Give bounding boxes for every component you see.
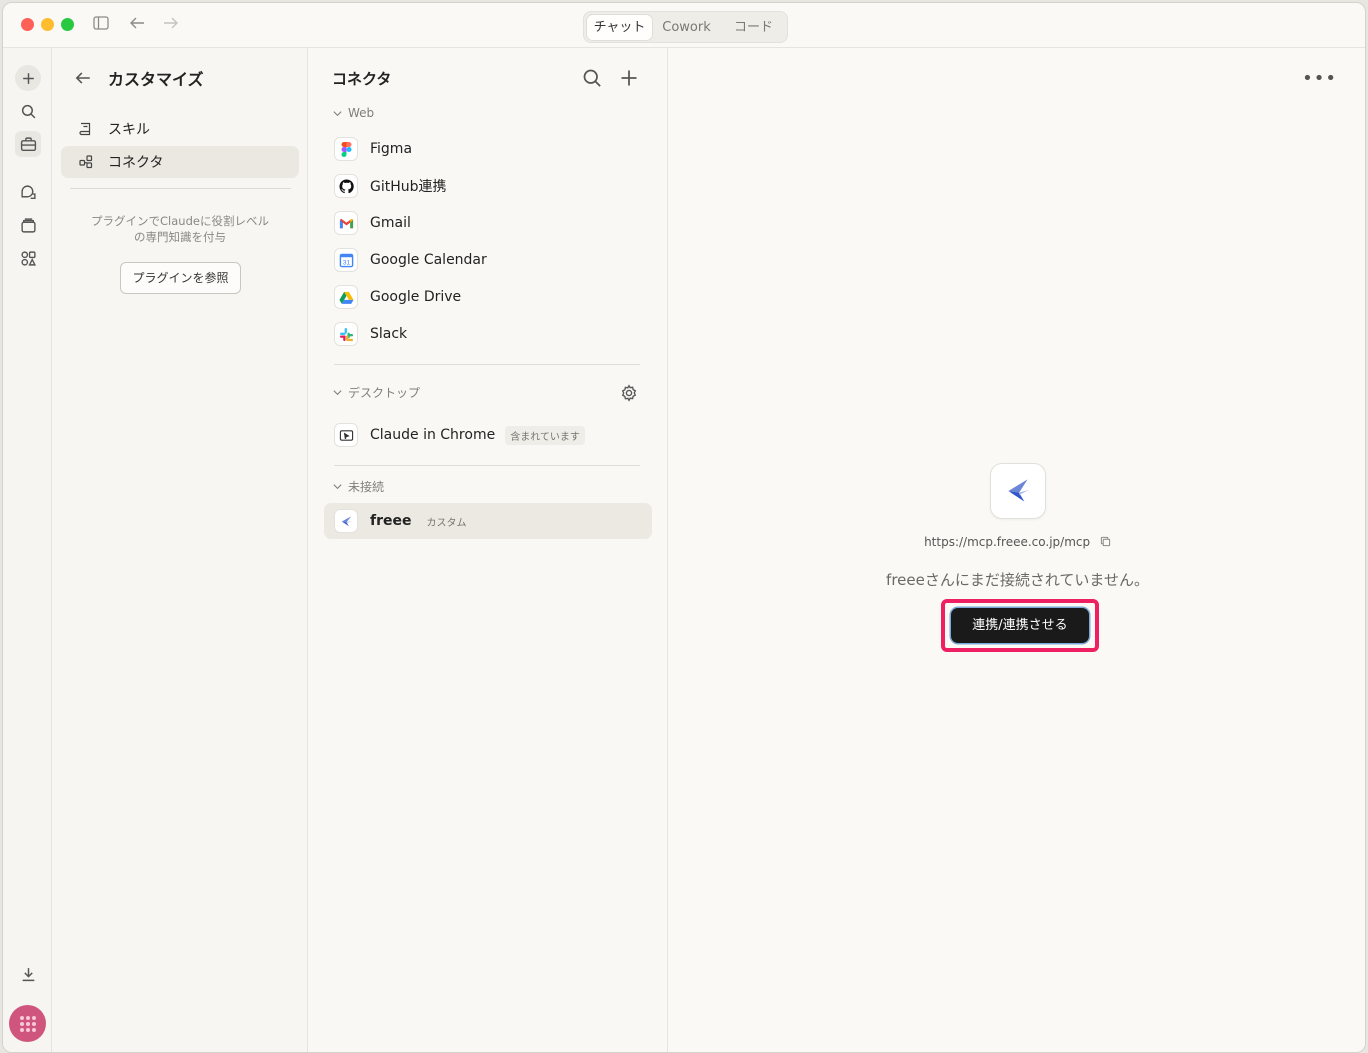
section-web-toggle[interactable]: Web — [332, 106, 374, 120]
skill-icon — [79, 122, 91, 136]
tab-code[interactable]: コード — [721, 15, 786, 40]
custom-badge: カスタム — [426, 517, 467, 529]
connector-detail-panel: ••• https://mcp.freee.co.jp/mcp freeeさんに… — [668, 48, 1365, 1052]
connector-label: GitHub連携 — [370, 179, 447, 195]
archive-icon — [20, 217, 36, 233]
new-chat-button[interactable] — [15, 65, 41, 91]
not-connected-message: freeeさんにまだ接続されていません。 — [886, 571, 1149, 589]
avatar[interactable] — [9, 1005, 46, 1042]
avatar-pattern-icon — [19, 1015, 36, 1032]
svg-text:31: 31 — [342, 259, 350, 266]
connector-label: Figma — [370, 141, 413, 157]
chevron-down-icon — [333, 110, 342, 116]
section-disconnected-toggle[interactable]: 未接続 — [332, 478, 384, 495]
nav-item-label: スキル — [108, 122, 150, 138]
connector-item-claude-in-chrome[interactable]: Claude in Chrome 含まれています — [334, 420, 585, 450]
included-badge: 含まれています — [505, 425, 585, 445]
customize-panel: カスタマイズ スキル コネクタ プラグインでClaudeに役割レベルの専門知識を… — [52, 48, 308, 1052]
chevron-down-icon — [333, 484, 342, 490]
back-arrow-icon[interactable] — [74, 69, 92, 87]
chevron-down-icon — [333, 390, 342, 396]
browse-plugins-button[interactable]: プラグインを参照 — [120, 262, 241, 294]
connector-icon — [79, 155, 93, 169]
search-icon[interactable] — [582, 68, 602, 88]
connector-label: Gmail — [370, 215, 411, 231]
section-desktop-toggle[interactable]: デスクトップ — [332, 384, 420, 401]
plugins-description: プラグインでClaudeに役割レベルの専門知識を付与 — [91, 214, 269, 244]
mode-switcher: チャット Cowork コード — [583, 11, 788, 43]
section-label: デスクトップ — [348, 386, 421, 400]
toolbox-icon — [20, 136, 36, 151]
connectors-title: コネクタ — [332, 70, 392, 88]
github-icon — [334, 174, 358, 198]
figma-icon — [334, 137, 358, 161]
customize-header: カスタマイズ — [74, 66, 204, 90]
nav-item-label: コネクタ — [108, 155, 164, 171]
mcp-url-row: https://mcp.freee.co.jp/mcp — [668, 535, 1365, 549]
search-button[interactable] — [15, 98, 41, 124]
connector-label: Slack — [370, 326, 408, 342]
connector-item-figma[interactable]: Figma — [334, 134, 412, 164]
page-title: カスタマイズ — [108, 70, 204, 89]
title-bar: チャット Cowork コード — [3, 3, 1365, 48]
customize-button[interactable] — [15, 131, 41, 157]
sidebar-toggle-icon[interactable] — [91, 15, 111, 35]
google-drive-icon — [334, 285, 358, 309]
shapes-icon — [20, 250, 36, 266]
back-arrow-icon[interactable] — [127, 15, 147, 35]
freee-icon — [1008, 479, 1029, 502]
mcp-url: https://mcp.freee.co.jp/mcp — [924, 535, 1091, 549]
tab-chat[interactable]: チャット — [587, 15, 652, 40]
connector-label: Google Calendar — [370, 252, 487, 268]
divider — [334, 364, 640, 365]
nav-item-skills[interactable]: スキル — [61, 113, 299, 145]
connector-label: freee — [370, 513, 412, 529]
connector-item-slack[interactable]: Slack — [334, 319, 407, 349]
app-window: チャット Cowork コード カスタマイズ スキル コネクタ プラグインでCl… — [2, 2, 1366, 1053]
connector-item-github[interactable]: GitHub連携 — [334, 171, 447, 201]
more-options-icon[interactable]: ••• — [1302, 68, 1337, 89]
connector-item-freee[interactable]: freee カスタム — [334, 506, 471, 536]
freee-logo — [990, 463, 1046, 519]
slack-icon — [334, 322, 358, 346]
copy-icon[interactable] — [1100, 536, 1111, 547]
connector-item-gmail[interactable]: Gmail — [334, 208, 411, 238]
nav-item-connectors[interactable]: コネクタ — [61, 146, 299, 178]
connector-label: Google Drive — [370, 289, 462, 305]
gmail-icon — [334, 211, 358, 235]
chrome-extension-icon — [334, 423, 358, 447]
icon-rail — [3, 48, 52, 1052]
chats-button[interactable] — [15, 179, 41, 205]
search-icon — [21, 104, 35, 118]
minimize-window-button[interactable] — [41, 18, 54, 31]
divider — [334, 465, 640, 466]
chat-bubbles-icon — [20, 185, 36, 199]
connector-item-google-drive[interactable]: Google Drive — [334, 282, 461, 312]
section-label: 未接続 — [348, 480, 385, 494]
projects-button[interactable] — [15, 212, 41, 238]
google-calendar-icon: 31 — [334, 248, 358, 272]
connector-label: Claude in Chrome — [370, 427, 496, 443]
forward-arrow-icon[interactable] — [161, 15, 181, 35]
connector-item-google-calendar[interactable]: 31 Google Calendar — [334, 245, 487, 275]
section-label: Web — [348, 106, 375, 120]
plus-icon[interactable] — [619, 68, 639, 88]
close-window-button[interactable] — [21, 18, 34, 31]
connect-button[interactable]: 連携/連携させる — [951, 608, 1089, 643]
artifacts-button[interactable] — [15, 245, 41, 271]
tab-cowork[interactable]: Cowork — [654, 15, 719, 40]
connectors-panel: コネクタ Web Figma GitHub連携 Gmail 31 Google … — [308, 48, 668, 1052]
download-button[interactable] — [15, 961, 41, 987]
zoom-window-button[interactable] — [61, 18, 74, 31]
divider — [70, 188, 291, 189]
download-icon — [22, 967, 34, 981]
plus-icon — [22, 72, 34, 84]
freee-icon — [334, 509, 358, 533]
gear-icon[interactable] — [620, 384, 638, 402]
